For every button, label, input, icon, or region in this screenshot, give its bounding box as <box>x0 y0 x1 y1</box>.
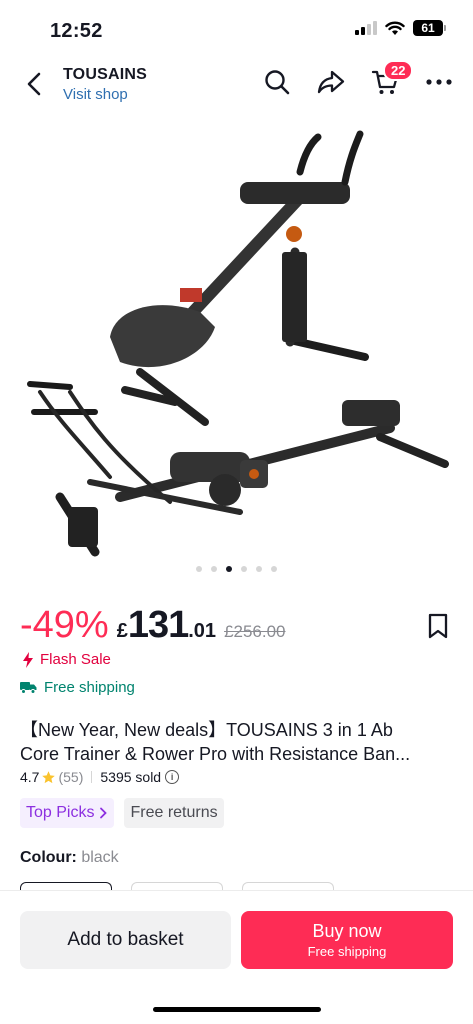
free-shipping-row: Free shipping <box>20 679 135 696</box>
lightning-icon <box>23 651 33 668</box>
chevron-right-icon <box>100 807 108 819</box>
sold-count: 5395 sold <box>100 769 162 785</box>
free-shipping-label: Free shipping <box>44 679 135 696</box>
buy-now-sublabel: Free shipping <box>307 944 387 959</box>
product-photo <box>27 130 449 557</box>
search-button[interactable] <box>261 66 293 98</box>
rating-row[interactable]: 4.7 (55) 5395 sold i <box>20 769 180 785</box>
carousel-dots <box>0 566 473 572</box>
status-bar: 12:52 61 <box>0 0 473 56</box>
carousel-dot[interactable] <box>196 566 202 572</box>
buy-now-label: Buy now <box>312 921 382 941</box>
cart-button[interactable]: 22 <box>369 60 414 98</box>
price-integer: 131 <box>127 604 189 646</box>
product-title-line: Core Trainer & Rower Pro with Resistance… <box>20 744 411 764</box>
nav-actions: 22 <box>261 60 455 98</box>
carousel-dot[interactable] <box>241 566 247 572</box>
share-button[interactable] <box>315 66 347 98</box>
add-to-basket-button[interactable]: Add to basket <box>20 911 231 969</box>
add-to-basket-label: Add to basket <box>67 929 184 950</box>
carousel-dot[interactable] <box>211 566 217 572</box>
price-row: -49% £ 131 .01 £256.00 <box>20 604 286 647</box>
back-button[interactable] <box>18 68 50 100</box>
product-title-line: 【New Year, New deals】TOUSAINS 3 in 1 Ab <box>20 720 393 740</box>
home-indicator <box>153 1007 321 1012</box>
original-price: £256.00 <box>224 622 286 641</box>
top-picks-label: Top Picks <box>26 804 95 821</box>
price-currency: £ <box>116 620 128 642</box>
battery-icon: 61 <box>413 20 446 36</box>
chevron-left-icon <box>27 72 41 96</box>
info-icon[interactable]: i <box>165 770 180 784</box>
share-icon <box>317 70 345 94</box>
carousel-dot[interactable] <box>256 566 262 572</box>
signal-icon <box>355 21 377 35</box>
shop-info[interactable]: TOUSAINS Visit shop <box>63 66 147 103</box>
bookmark-icon <box>428 613 448 639</box>
tags-row: Top Picks Free returns <box>20 798 224 828</box>
divider <box>91 771 93 783</box>
rating-value: 4.7 <box>20 769 40 785</box>
product-image[interactable] <box>0 112 473 588</box>
more-button[interactable] <box>423 66 455 98</box>
flash-sale-label: Flash Sale <box>40 651 111 668</box>
top-picks-tag[interactable]: Top Picks <box>20 798 115 828</box>
colour-value: black <box>81 849 119 866</box>
buy-now-button[interactable]: Buy now Free shipping <box>241 911 453 969</box>
carousel-dot-active[interactable] <box>226 566 232 572</box>
flash-sale-row: Flash Sale <box>22 651 111 668</box>
nav-bar: TOUSAINS Visit shop 22 <box>0 56 473 112</box>
star-icon <box>42 770 56 783</box>
free-returns-tag[interactable]: Free returns <box>124 798 224 828</box>
cart-badge: 22 <box>383 60 414 81</box>
bottom-action-bar: Add to basket Buy now Free shipping <box>0 890 473 1024</box>
price-decimal: .01 <box>188 620 217 642</box>
status-icons: 61 <box>355 20 446 36</box>
visit-shop-link[interactable]: Visit shop <box>63 86 147 103</box>
more-icon <box>426 79 452 85</box>
bookmark-button[interactable] <box>425 612 451 640</box>
colour-row: Colour: black <box>20 849 119 867</box>
search-icon <box>265 70 290 95</box>
product-title[interactable]: 【New Year, New deals】TOUSAINS 3 in 1 Ab … <box>20 718 460 766</box>
review-count: (55) <box>58 769 84 785</box>
colour-label: Colour: <box>20 849 77 866</box>
shop-name: TOUSAINS <box>63 66 147 83</box>
status-time: 12:52 <box>50 20 103 42</box>
carousel-dot[interactable] <box>271 566 277 572</box>
truck-icon <box>20 682 37 694</box>
wifi-icon <box>385 21 405 35</box>
free-returns-label: Free returns <box>130 804 218 821</box>
discount-label: -49% <box>20 604 109 646</box>
